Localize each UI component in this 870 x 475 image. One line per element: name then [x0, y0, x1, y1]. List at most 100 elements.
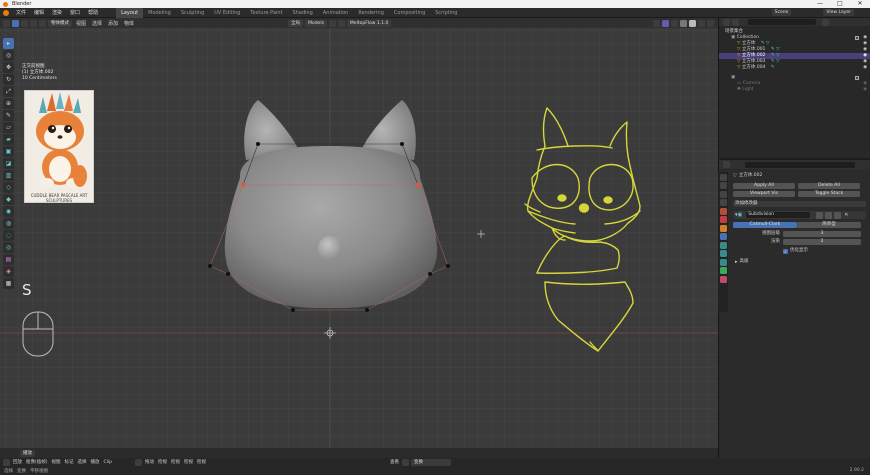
- status-item-6[interactable]: Clip: [102, 460, 115, 465]
- render-tab-icon[interactable]: [719, 182, 727, 189]
- levels-viewport-field[interactable]: 3: [783, 231, 861, 237]
- knife-tool-icon[interactable]: ◇: [3, 182, 14, 193]
- close-modifier-icon[interactable]: ✕: [844, 212, 848, 218]
- subdivision-modifier-header[interactable]: ▾ ▣ Subdivision ✕: [733, 211, 866, 219]
- loopcut-tool-icon[interactable]: ▥: [3, 170, 14, 181]
- extrude-tool-icon[interactable]: ▰: [3, 134, 14, 145]
- tab-compositing[interactable]: Compositing: [389, 8, 430, 18]
- status-item-4[interactable]: 选择: [76, 459, 89, 465]
- cat-head-mesh[interactable]: [224, 100, 438, 309]
- exclude-checkbox[interactable]: [855, 75, 859, 80]
- move-tool-icon[interactable]: ✥: [3, 62, 14, 73]
- grab-tool-icon[interactable]: ▦: [3, 278, 14, 289]
- output-tab-icon[interactable]: [719, 190, 727, 198]
- tab-uv-editing[interactable]: UV Editing: [209, 8, 245, 18]
- exclude-checkbox[interactable]: [855, 35, 859, 40]
- menu-select[interactable]: 选择: [89, 20, 105, 27]
- scale-tool-icon[interactable]: ⤢: [3, 86, 14, 97]
- outliner-display-mode-icon[interactable]: [732, 18, 739, 26]
- wireframe-shading-icon[interactable]: [680, 19, 687, 27]
- collapse-chevron-icon[interactable]: ▸: [735, 259, 738, 265]
- close-button[interactable]: ✕: [850, 0, 870, 8]
- shrink-tool-icon[interactable]: ◎: [3, 242, 14, 253]
- select-mode-icon[interactable]: [21, 19, 28, 27]
- modifier-name-field[interactable]: Subdivision: [746, 212, 811, 218]
- record-icon[interactable]: [135, 458, 143, 466]
- tab-sculpting[interactable]: Sculpting: [176, 8, 209, 18]
- visibility-eye-icon[interactable]: ◉: [863, 87, 867, 93]
- rip-tool-icon[interactable]: ◈: [3, 266, 14, 277]
- addon-dropdown[interactable]: MeltopFlow 1.1.0: [346, 19, 392, 27]
- outliner-search-input[interactable]: [748, 19, 816, 25]
- toggle-stack-button[interactable]: Toggle Stack: [798, 191, 860, 197]
- rendered-shading-icon[interactable]: [707, 19, 714, 27]
- solid-shading-icon[interactable]: [689, 19, 696, 27]
- shading-dropdown[interactable]: Models: [305, 19, 327, 27]
- editor-type-icon[interactable]: [3, 19, 10, 27]
- annotate-tool-icon[interactable]: ✎: [3, 110, 14, 121]
- maximize-button[interactable]: □: [830, 0, 850, 8]
- smooth-tool-icon[interactable]: ◍: [3, 218, 14, 229]
- viewport-toggle-icon[interactable]: [825, 211, 833, 219]
- modifier-tab-icon[interactable]: [719, 233, 727, 240]
- menu-window[interactable]: 窗口: [66, 8, 84, 18]
- status-item-8[interactable]: 拖动: [143, 459, 156, 465]
- select-box-icon[interactable]: [12, 19, 19, 27]
- xray-icon[interactable]: [671, 19, 678, 27]
- tab-animation[interactable]: Animation: [318, 8, 354, 18]
- status-item-3[interactable]: 标记: [63, 459, 76, 465]
- editmode-toggle-icon[interactable]: [816, 211, 824, 219]
- simple-button[interactable]: 简单型: [797, 222, 861, 228]
- scene-tab-icon[interactable]: [719, 207, 727, 215]
- menu-object[interactable]: 物体: [121, 20, 137, 27]
- object-mode-dropdown[interactable]: 物体模式: [48, 19, 72, 27]
- frame-field[interactable]: 变换: [411, 458, 452, 466]
- delete-all-button[interactable]: Delete All: [798, 183, 860, 189]
- tab-modeling[interactable]: Modeling: [143, 8, 176, 18]
- menu-file[interactable]: 文件: [12, 8, 30, 18]
- render-toggle-icon[interactable]: [834, 211, 842, 219]
- tool-tab-icon[interactable]: [719, 173, 727, 181]
- proportional-edit-icon[interactable]: [337, 19, 345, 27]
- status-item-1[interactable]: 抠像(插帧): [24, 459, 50, 465]
- constraints-tab-icon[interactable]: [719, 258, 727, 266]
- select-mode-icon-3[interactable]: [39, 19, 46, 27]
- status-item-12[interactable]: 检视: [195, 459, 208, 465]
- edge-slide-icon[interactable]: ◌: [3, 230, 14, 241]
- blender-menu-icon[interactable]: [3, 9, 9, 16]
- menu-help[interactable]: 帮助: [84, 8, 102, 18]
- tab-texture-paint[interactable]: Texture Paint: [245, 8, 287, 18]
- add-modifier-button[interactable]: 添加修改器: [733, 201, 866, 207]
- data-tab-icon[interactable]: [719, 267, 727, 274]
- playback-dropdown[interactable]: 播放: [20, 449, 35, 457]
- status-item-2[interactable]: 视图: [50, 459, 63, 465]
- overlay-icon[interactable]: [653, 19, 660, 27]
- tab-scripting[interactable]: Scripting: [430, 8, 462, 18]
- status-item-0[interactable]: 回放: [11, 459, 24, 465]
- object-tab-icon[interactable]: [719, 224, 727, 232]
- viewport-vis-button[interactable]: Viewport Vis: [733, 191, 795, 197]
- reference-image[interactable]: [24, 90, 94, 203]
- material-tab-icon[interactable]: [719, 275, 727, 283]
- measure-tool-icon[interactable]: ▱: [3, 122, 14, 133]
- properties-search-input[interactable]: [745, 161, 855, 168]
- annotation-body-sketch[interactable]: [544, 281, 634, 352]
- tab-layout[interactable]: Layout: [116, 7, 144, 18]
- status-item-9[interactable]: 检视: [156, 459, 169, 465]
- status-item-11[interactable]: 检视: [182, 459, 195, 465]
- levels-render-field[interactable]: 2: [783, 239, 861, 245]
- world-tab-icon[interactable]: [719, 216, 727, 223]
- catmull-clark-button[interactable]: Catmull-Clark: [733, 222, 797, 228]
- filter-icon[interactable]: [822, 18, 829, 26]
- menu-view[interactable]: 视图: [73, 20, 89, 27]
- bevel-tool-icon[interactable]: ◪: [3, 158, 14, 169]
- properties-editor-icon[interactable]: [723, 161, 730, 168]
- spin-tool-icon[interactable]: ◉: [3, 206, 14, 217]
- rotate-tool-icon[interactable]: ↻: [3, 74, 14, 85]
- poly-build-icon[interactable]: ◆: [3, 194, 14, 205]
- menu-add[interactable]: 添加: [105, 20, 121, 27]
- timeline-editor-icon[interactable]: [3, 458, 10, 466]
- status-item-13[interactable]: 查看: [388, 459, 401, 465]
- play-control-icon[interactable]: [402, 458, 410, 466]
- select-mode-icon-2[interactable]: [30, 19, 37, 27]
